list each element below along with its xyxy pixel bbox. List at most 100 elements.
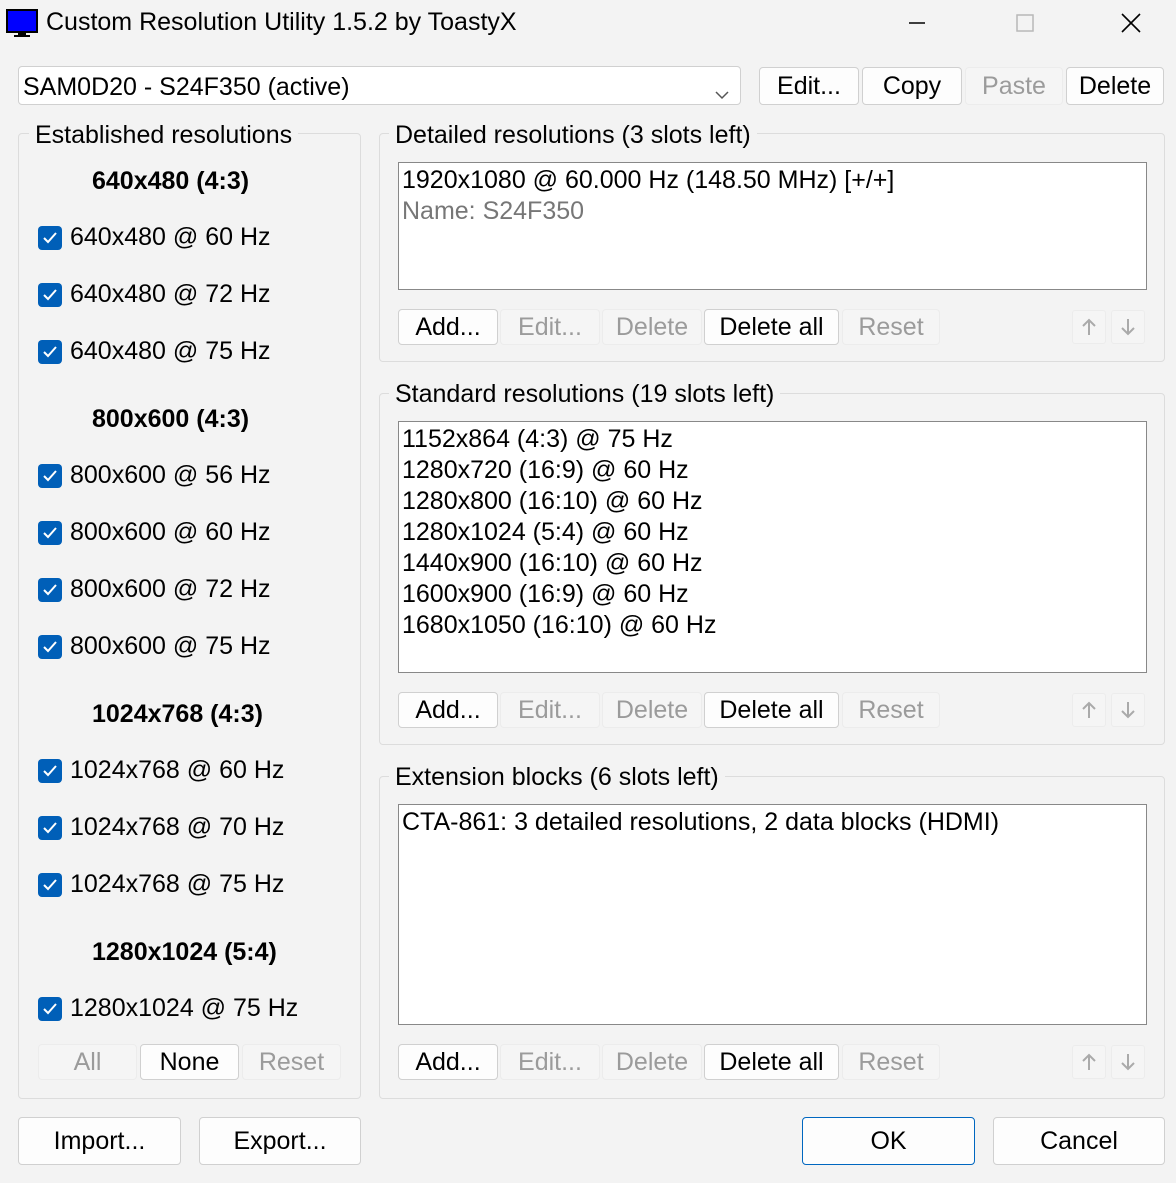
checkbox-label: 1024x768 @ 75 Hz [70, 870, 285, 898]
checkbox-label: 1280x1024 @ 75 Hz [70, 994, 299, 1022]
list-item[interactable]: 1152x864 (4:3) @ 75 Hz [399, 424, 1146, 455]
arrow-down-icon [1121, 1054, 1135, 1071]
group-header-640: 640x480 (4:3) [92, 167, 250, 195]
arrow-up-icon [1082, 701, 1096, 718]
checkbox-1280x1024-75[interactable]: 1280x1024 @ 75 Hz [38, 994, 298, 1023]
checkbox-checked-icon [38, 872, 62, 897]
group-header-800: 800x600 (4:3) [92, 405, 250, 433]
close-icon [1121, 13, 1141, 33]
group-header-1280: 1280x1024 (5:4) [92, 938, 277, 966]
ok-button[interactable]: OK [802, 1117, 975, 1165]
checkbox-1024x768-70[interactable]: 1024x768 @ 70 Hz [38, 813, 284, 842]
list-item[interactable]: CTA-861: 3 detailed resolutions, 2 data … [399, 807, 1146, 838]
extension-delete-button: Delete [602, 1044, 702, 1080]
standard-resolutions-label: Standard resolutions (19 slots left) [389, 379, 781, 409]
window-title: Custom Resolution Utility 1.5.2 by Toast… [46, 8, 517, 36]
detailed-add-button[interactable]: Add... [398, 309, 498, 345]
standard-edit-button: Edit... [500, 692, 600, 728]
standard-add-button[interactable]: Add... [398, 692, 498, 728]
detailed-resolutions-list[interactable]: 1920x1080 @ 60.000 Hz (148.50 MHz) [+/+]… [398, 162, 1147, 290]
list-item[interactable]: 1440x900 (16:10) @ 60 Hz [399, 548, 1146, 579]
monitor-select-value: SAM0D20 - S24F350 (active) [23, 73, 350, 101]
checkbox-1024x768-60[interactable]: 1024x768 @ 60 Hz [38, 756, 284, 785]
checkbox-label: 800x600 @ 56 Hz [70, 461, 271, 489]
minimize-icon [909, 22, 925, 24]
delete-monitor-button[interactable]: Delete [1066, 67, 1164, 105]
cancel-button[interactable]: Cancel [993, 1117, 1165, 1165]
group-header-1024: 1024x768 (4:3) [92, 700, 263, 728]
maximize-button [998, 0, 1052, 46]
extension-add-button[interactable]: Add... [398, 1044, 498, 1080]
standard-reset-button: Reset [842, 692, 940, 728]
checkbox-label: 640x480 @ 72 Hz [70, 280, 271, 308]
checkbox-checked-icon [38, 577, 62, 602]
import-button[interactable]: Import... [18, 1117, 181, 1165]
detailed-delete-all-button[interactable]: Delete all [704, 309, 839, 345]
checkbox-checked-icon [38, 339, 62, 364]
maximize-icon [1016, 14, 1034, 32]
checkbox-checked-icon [38, 520, 62, 545]
checkbox-checked-icon [38, 815, 62, 840]
arrow-up-icon [1082, 318, 1096, 335]
detailed-delete-button: Delete [602, 309, 702, 345]
standard-delete-button: Delete [602, 692, 702, 728]
minimize-button[interactable] [890, 0, 944, 46]
list-item[interactable]: 1280x720 (16:9) @ 60 Hz [399, 455, 1146, 486]
standard-resolutions-list[interactable]: 1152x864 (4:3) @ 75 Hz 1280x720 (16:9) @… [398, 421, 1147, 673]
list-item-subtext: Name: S24F350 [402, 197, 585, 225]
arrow-down-icon [1121, 702, 1135, 719]
extension-reset-button: Reset [842, 1044, 940, 1080]
standard-delete-all-button[interactable]: Delete all [704, 692, 839, 728]
arrow-down-icon [1121, 319, 1135, 336]
checkbox-label: 640x480 @ 60 Hz [70, 223, 271, 251]
copy-monitor-button[interactable]: Copy [862, 67, 962, 105]
checkbox-checked-icon [38, 758, 62, 783]
close-button[interactable] [1104, 0, 1158, 46]
checkbox-label: 1024x768 @ 70 Hz [70, 813, 285, 841]
checkbox-1024x768-75[interactable]: 1024x768 @ 75 Hz [38, 870, 284, 899]
extension-edit-button: Edit... [500, 1044, 600, 1080]
select-all-button: All [38, 1044, 137, 1080]
checkbox-640x480-60[interactable]: 640x480 @ 60 Hz [38, 223, 271, 252]
detailed-resolutions-label: Detailed resolutions (3 slots left) [389, 120, 757, 150]
checkbox-label: 800x600 @ 75 Hz [70, 632, 271, 660]
extension-blocks-list[interactable]: CTA-861: 3 detailed resolutions, 2 data … [398, 804, 1147, 1025]
checkbox-checked-icon [38, 225, 62, 250]
extension-delete-all-button[interactable]: Delete all [704, 1044, 839, 1080]
arrow-up-icon [1082, 1053, 1096, 1070]
monitor-icon [6, 8, 38, 38]
extension-move-down-button [1111, 1045, 1145, 1079]
checkbox-640x480-75[interactable]: 640x480 @ 75 Hz [38, 337, 271, 366]
list-item[interactable]: 1680x1050 (16:10) @ 60 Hz [399, 610, 1146, 641]
standard-move-up-button [1072, 693, 1106, 727]
checkbox-800x600-60[interactable]: 800x600 @ 60 Hz [38, 518, 271, 547]
list-item[interactable]: 1280x1024 (5:4) @ 60 Hz [399, 517, 1146, 548]
standard-move-down-button [1111, 693, 1145, 727]
chevron-down-icon [714, 79, 730, 100]
paste-monitor-button: Paste [965, 67, 1063, 105]
select-none-button[interactable]: None [140, 1044, 239, 1080]
edit-monitor-button[interactable]: Edit... [759, 67, 859, 105]
list-item[interactable]: 1920x1080 @ 60.000 Hz (148.50 MHz) [+/+] [399, 165, 1146, 196]
title-bar: Custom Resolution Utility 1.5.2 by Toast… [0, 0, 1176, 48]
checkbox-checked-icon [38, 634, 62, 659]
checkbox-checked-icon [38, 463, 62, 488]
list-item[interactable]: 1280x800 (16:10) @ 60 Hz [399, 486, 1146, 517]
checkbox-640x480-72[interactable]: 640x480 @ 72 Hz [38, 280, 271, 309]
detailed-edit-button: Edit... [500, 309, 600, 345]
detailed-reset-button: Reset [842, 309, 940, 345]
checkbox-800x600-72[interactable]: 800x600 @ 72 Hz [38, 575, 271, 604]
detailed-move-down-button [1111, 310, 1145, 344]
established-reset-button: Reset [242, 1044, 341, 1080]
list-item[interactable]: 1600x900 (16:9) @ 60 Hz [399, 579, 1146, 610]
monitor-select[interactable]: SAM0D20 - S24F350 (active) [18, 66, 741, 105]
extension-blocks-label: Extension blocks (6 slots left) [389, 762, 725, 792]
detailed-move-up-button [1072, 310, 1106, 344]
established-resolutions-label: Established resolutions [29, 120, 299, 150]
checkbox-label: 1024x768 @ 60 Hz [70, 756, 285, 784]
checkbox-800x600-56[interactable]: 800x600 @ 56 Hz [38, 461, 271, 490]
checkbox-800x600-75[interactable]: 800x600 @ 75 Hz [38, 632, 271, 661]
checkbox-label: 800x600 @ 60 Hz [70, 518, 271, 546]
checkbox-label: 800x600 @ 72 Hz [70, 575, 271, 603]
export-button[interactable]: Export... [199, 1117, 361, 1165]
